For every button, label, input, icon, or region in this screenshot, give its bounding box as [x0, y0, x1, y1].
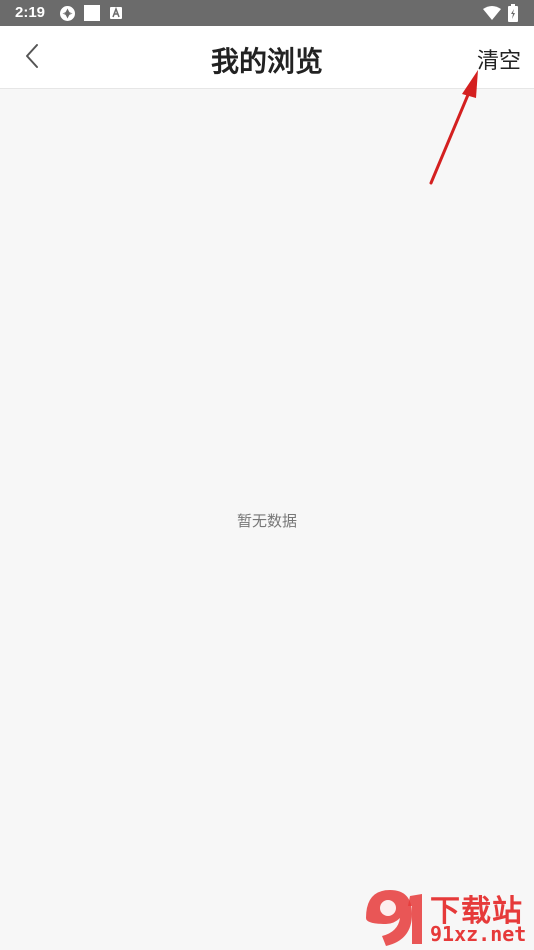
- square-icon: [84, 5, 100, 21]
- wifi-icon: [483, 6, 501, 20]
- watermark-url: 91xz.net: [430, 922, 527, 946]
- watermark-logo: [360, 884, 428, 950]
- status-bar: 2:19: [0, 0, 534, 26]
- status-time: 2:19: [15, 4, 46, 21]
- page-title: 我的浏览: [210, 45, 323, 78]
- shutter-icon: [59, 5, 76, 22]
- empty-state-message: 暂无数据: [236, 512, 297, 530]
- watermark: 下载站 91xz.net: [360, 884, 534, 950]
- battery-icon: [508, 4, 518, 22]
- clear-button[interactable]: 清空: [477, 43, 521, 75]
- app-header: 我的浏览 清空: [0, 26, 534, 89]
- a-badge-icon: [110, 7, 122, 19]
- content-area: 暂无数据: [0, 90, 534, 950]
